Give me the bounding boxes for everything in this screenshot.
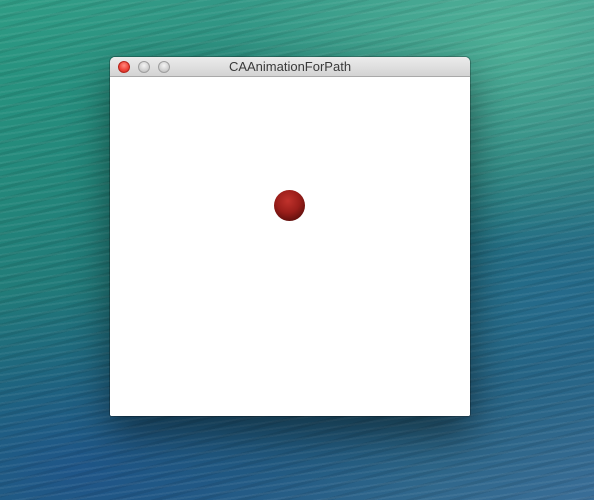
title-bar[interactable]: CAAnimationForPath — [110, 57, 470, 77]
animation-canvas — [110, 77, 470, 416]
window-title: CAAnimationForPath — [228, 59, 352, 74]
app-window: CAAnimationForPath — [110, 57, 470, 416]
animated-ball — [274, 190, 305, 221]
